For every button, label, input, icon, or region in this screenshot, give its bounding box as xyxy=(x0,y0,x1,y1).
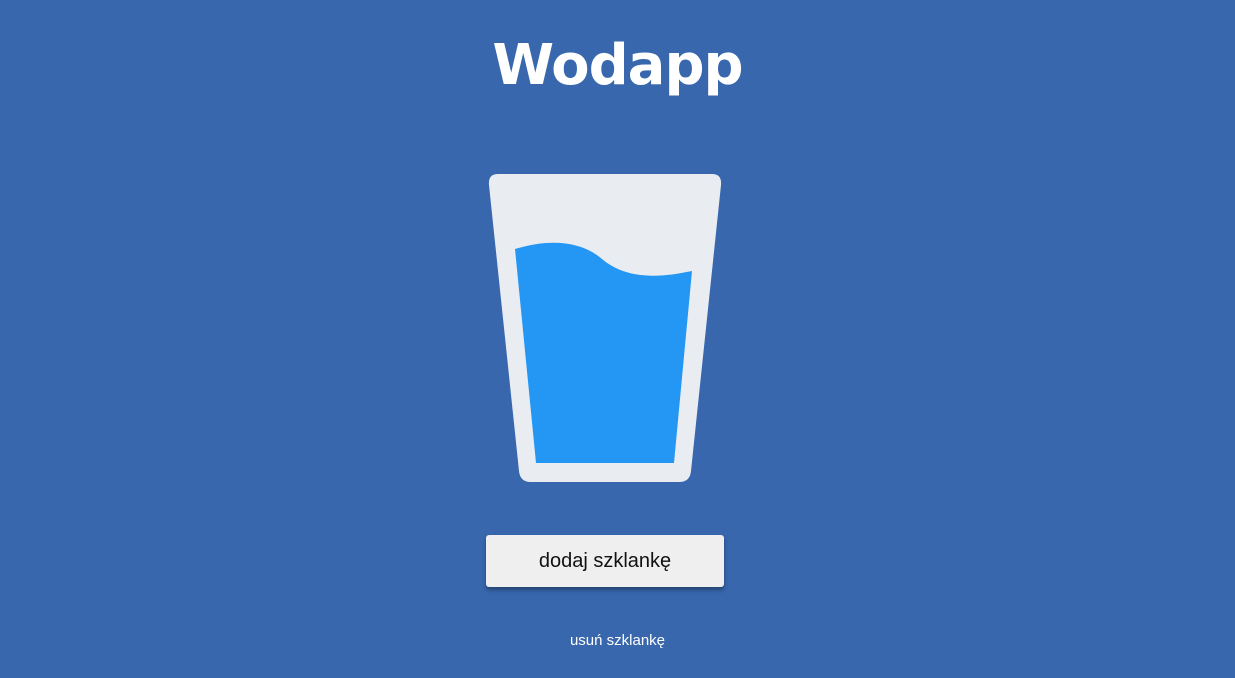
water-glass xyxy=(488,173,722,483)
app-root: Wodapp dodaj szklankę usuń szklankę xyxy=(0,0,1235,678)
water-fill xyxy=(515,242,692,463)
remove-glass-link[interactable]: usuń szklankę xyxy=(0,630,1235,652)
add-glass-button[interactable]: dodaj szklankę xyxy=(486,535,724,587)
glass-of-water-icon xyxy=(488,174,722,482)
app-title: Wodapp xyxy=(492,33,743,98)
